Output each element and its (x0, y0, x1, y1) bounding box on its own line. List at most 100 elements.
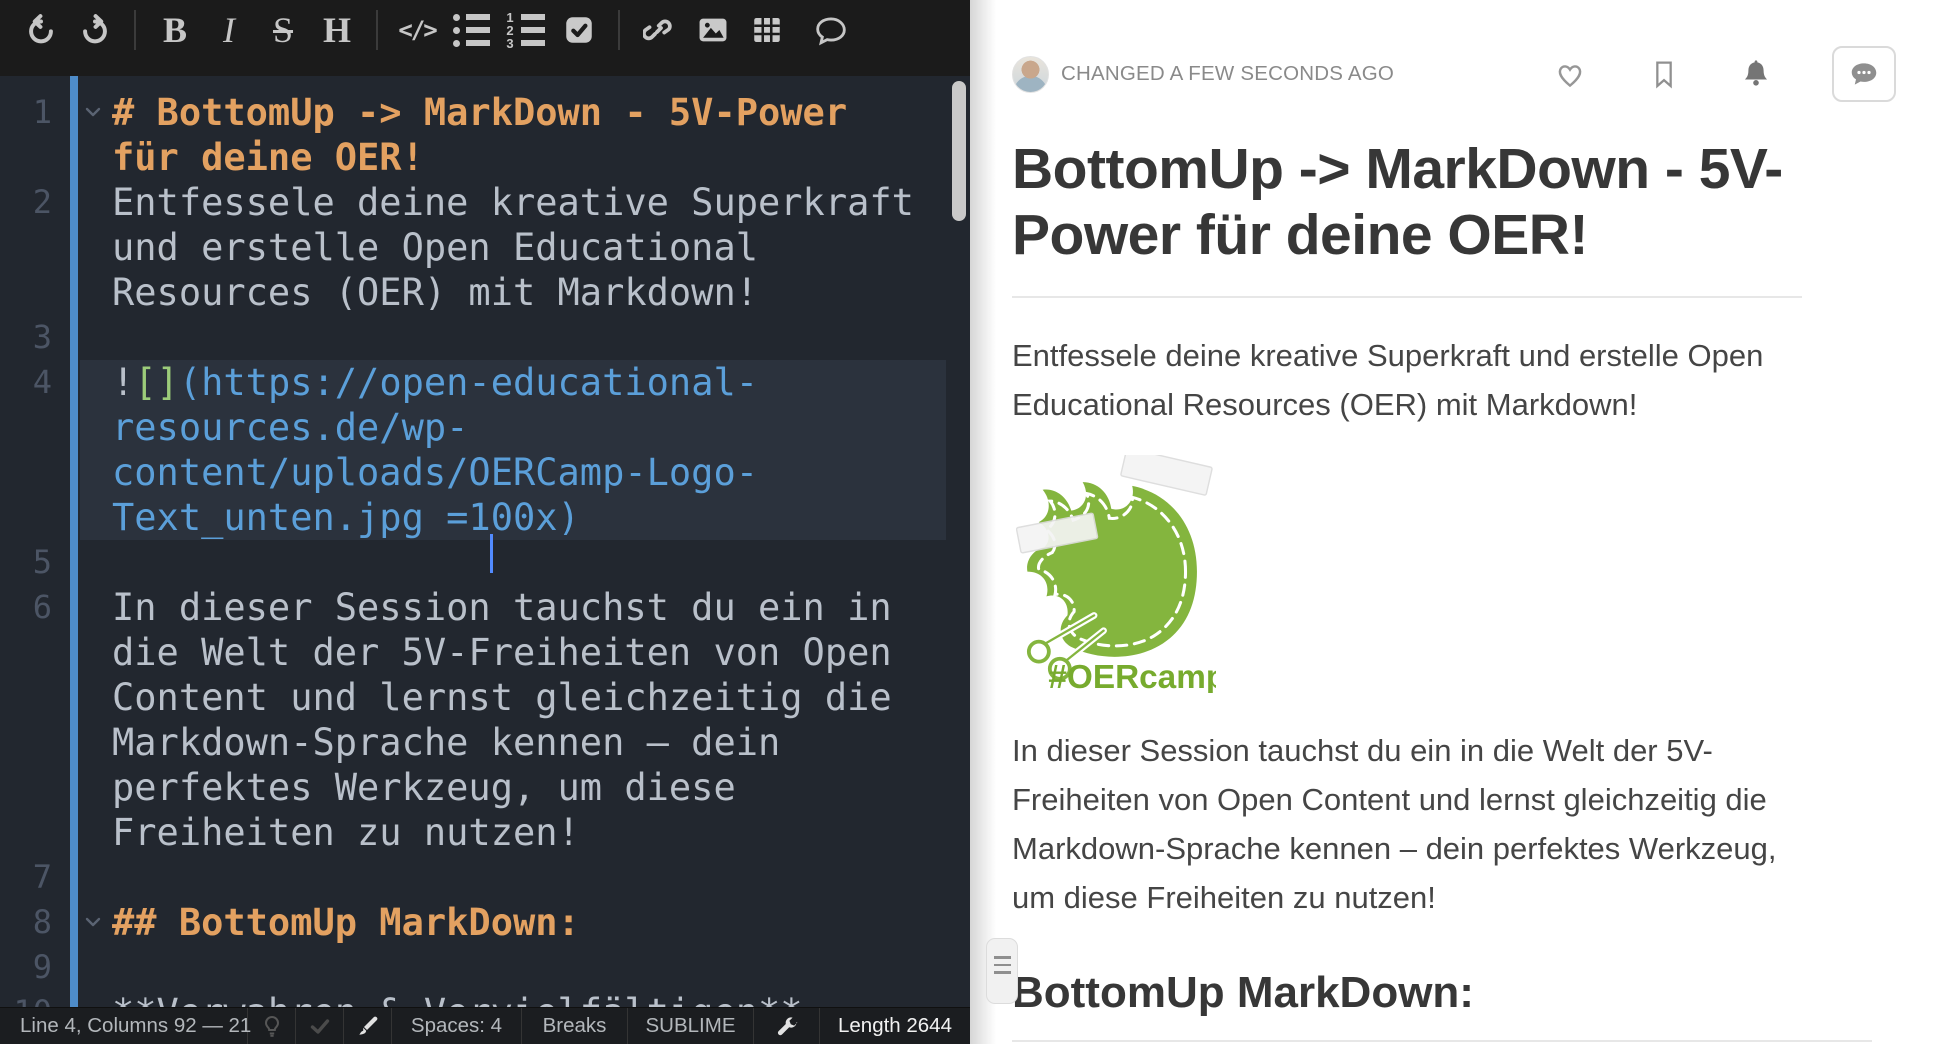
line-number: 4 (0, 360, 52, 405)
ordered-list-icon: 1 2 3 (506, 14, 545, 47)
editor-text-row: Entfessele deine kreative Superkraft (112, 180, 970, 225)
toolbar-divider (618, 10, 620, 50)
status-keymap-setting[interactable]: SUBLIME (628, 1008, 754, 1044)
editor-line[interactable]: 10 **Verwahren & Vervielfältigen** (0, 990, 970, 1007)
heading-icon: H (323, 12, 351, 48)
token: content/uploads/OERCamp-Logo- (112, 451, 758, 494)
italic-button[interactable]: I (206, 7, 252, 53)
token: die Welt der 5V-Freiheiten von Open (112, 631, 892, 674)
line-number: 8 (0, 900, 52, 945)
editor-line[interactable]: 9 (0, 945, 970, 990)
line-number: 3 (0, 315, 52, 360)
editor-line[interactable]: 8 ## BottomUp MarkDown: (0, 900, 970, 945)
bullet-list-button[interactable] (448, 7, 494, 53)
token: **Verwahren & Vervielfältigen** (112, 991, 803, 1007)
editor-line[interactable]: 5 (0, 540, 970, 585)
editor-text-row: perfektes Werkzeug, um diese (112, 765, 970, 810)
heading-button[interactable]: H (314, 7, 360, 53)
editor-text-row (112, 540, 970, 585)
editor-line[interactable]: 3 (0, 315, 970, 360)
editor-text-row: # BottomUp -> MarkDown - 5V-Power (112, 90, 970, 135)
editor-area[interactable]: 1# BottomUp -> MarkDown - 5V-Powerfür de… (0, 76, 970, 1007)
editor-text-row: content/uploads/OERCamp-Logo- (112, 450, 946, 495)
editor-text-row: die Welt der 5V-Freiheiten von Open (112, 630, 970, 675)
pane-resize-handle[interactable] (986, 938, 1018, 1004)
link-button[interactable] (636, 7, 682, 53)
fold-chevron-icon[interactable] (84, 105, 102, 119)
token: Freiheiten zu nutzen! (112, 811, 580, 854)
app-window: B I S H </> 1 2 3 (0, 0, 1938, 1044)
code-block-button[interactable]: </> (394, 7, 440, 53)
token: Resources (OER) mit Markdown! (112, 271, 758, 314)
token: Entfessele deine kreative Superkraft (112, 181, 914, 224)
editor-line[interactable]: 7 (0, 855, 970, 900)
editor-text-row: Content und lernst gleichzeitig die (112, 675, 970, 720)
editor-text-row: In dieser Session tauchst du ein in (112, 585, 970, 630)
author-avatar[interactable] (1012, 56, 1049, 93)
night-mode-button[interactable] (248, 1008, 296, 1044)
line-number: 9 (0, 945, 52, 990)
bold-button[interactable]: B (152, 7, 198, 53)
comment-dots-icon (1848, 59, 1880, 89)
line-number: 6 (0, 585, 52, 630)
table-button[interactable] (744, 7, 790, 53)
status-linebreaks-setting[interactable]: Breaks (522, 1008, 628, 1044)
bell-icon (1740, 57, 1772, 91)
section-heading: BottomUp MarkDown: (1012, 968, 1938, 1018)
paragraph-session: In dieser Session tauchst du ein in die … (1012, 726, 1827, 922)
token: für deine OER! (112, 136, 424, 179)
editor-settings-button[interactable] (754, 1008, 820, 1044)
checklist-button[interactable] (556, 7, 602, 53)
preview-header: CHANGED A FEW SECONDS AGO (1012, 46, 1896, 102)
editor-text-row: ## BottomUp MarkDown: (112, 900, 970, 945)
token: Text_unten.jpg =1 (112, 496, 491, 539)
open-comments-button[interactable] (1832, 46, 1896, 102)
token: resources.de/wp- (112, 406, 468, 449)
checklist-icon (562, 13, 596, 47)
theme-brush-button[interactable] (344, 1008, 392, 1044)
ordered-list-button[interactable]: 1 2 3 (502, 7, 548, 53)
comment-button[interactable] (808, 7, 854, 53)
editor-text-row: Text_unten.jpg =100x) (112, 495, 946, 540)
link-icon (643, 14, 675, 46)
editor-line[interactable]: 4 ![](https://open-educational-resources.… (0, 360, 970, 540)
last-changed-label: CHANGED A FEW SECONDS AGO (1061, 62, 1394, 86)
like-button[interactable] (1552, 57, 1588, 91)
editor-text-row (112, 945, 970, 990)
code-icon: </> (398, 16, 435, 44)
editor-scrollbar[interactable] (952, 81, 966, 221)
token: # BottomUp -> MarkDown - 5V-Power (112, 91, 847, 134)
editor-text-row: **Verwahren & Vervielfältigen** (112, 990, 970, 1007)
bookmark-icon (1648, 57, 1680, 91)
spellcheck-toggle-button[interactable] (296, 1008, 344, 1044)
editor-toolbar: B I S H </> 1 2 3 (0, 0, 970, 76)
lightbulb-icon (260, 1014, 284, 1038)
toolbar-divider (376, 10, 378, 50)
image-button[interactable] (690, 7, 736, 53)
comment-bubble-icon (814, 13, 848, 47)
editor-text-row: Resources (OER) mit Markdown! (112, 270, 970, 315)
editor-line[interactable]: 2Entfessele deine kreative Superkraftund… (0, 180, 970, 315)
editor-text-row: ![](https://open-educational- (112, 360, 946, 405)
line-number: 2 (0, 180, 52, 225)
redo-icon[interactable] (72, 7, 118, 53)
line-number: 10 (0, 990, 52, 1007)
document-title: BottomUp -> MarkDown - 5V-Power für dein… (1012, 136, 1787, 268)
editor-line[interactable]: 6 In dieser Session tauchst du ein indie … (0, 585, 970, 855)
token: Markdown-Sprache kennen – dein (112, 721, 780, 764)
editor-line[interactable]: 1# BottomUp -> MarkDown - 5V-Powerfür de… (0, 90, 970, 180)
notifications-button[interactable] (1740, 57, 1772, 91)
token: Content und lernst gleichzeitig die (112, 676, 892, 719)
status-doc-length: Length 2644 (820, 1008, 970, 1044)
fold-chevron-icon[interactable] (84, 915, 102, 929)
section-divider (1012, 1040, 1872, 1042)
bookmark-button[interactable] (1648, 57, 1680, 91)
strikethrough-button[interactable]: S (260, 7, 306, 53)
paintbrush-icon (356, 1014, 380, 1038)
line-number: 7 (0, 855, 52, 900)
undo-icon[interactable] (18, 7, 64, 53)
editor-text-row: resources.de/wp- (112, 405, 946, 450)
status-indent-setting[interactable]: Spaces: 4 (392, 1008, 522, 1044)
bold-icon: B (163, 12, 187, 48)
logo-caption: #OERcamp (1048, 659, 1216, 693)
